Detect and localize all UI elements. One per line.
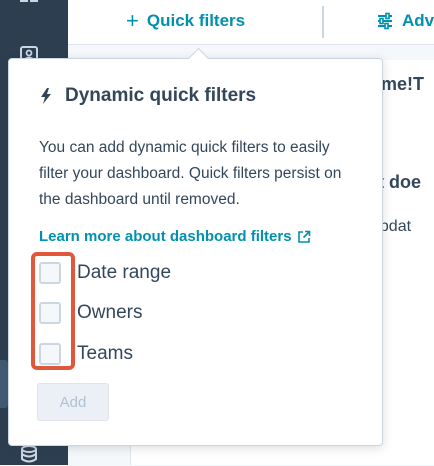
quick-filters-label: Quick filters xyxy=(146,11,246,30)
database-icon[interactable] xyxy=(18,444,40,466)
option-teams[interactable]: Teams xyxy=(39,340,133,368)
plus-icon: + xyxy=(126,8,139,33)
option-owners[interactable]: Owners xyxy=(39,299,142,327)
date-range-checkbox[interactable] xyxy=(39,262,61,284)
teams-label: Teams xyxy=(77,343,133,364)
quick-filters-button[interactable]: + Quick filters xyxy=(126,8,245,34)
sidebar-active-marker xyxy=(0,360,8,408)
date-range-label: Date range xyxy=(77,262,172,283)
advanced-filters-button[interactable]: Adv xyxy=(376,8,434,34)
dashboard-filter-bar: + Quick filters Adv xyxy=(68,0,434,45)
popover-header: Dynamic quick filters xyxy=(39,85,256,107)
teams-checkbox[interactable] xyxy=(39,343,61,365)
advanced-filters-label: Adv xyxy=(402,11,434,30)
lightning-icon xyxy=(41,88,51,104)
owners-label: Owners xyxy=(77,302,143,323)
grid-icon[interactable] xyxy=(18,0,40,14)
learn-more-label: Learn more about dashboard filters xyxy=(39,228,292,245)
dynamic-quick-filters-popover: Dynamic quick filters You can add dynami… xyxy=(8,58,383,446)
external-link-icon xyxy=(297,230,310,243)
popover-title: Dynamic quick filters xyxy=(65,85,257,106)
toolbar-divider xyxy=(322,6,324,38)
add-button[interactable]: Add xyxy=(37,383,109,421)
learn-more-link[interactable]: Learn more about dashboard filters xyxy=(39,228,311,245)
sliders-icon xyxy=(378,12,392,30)
owners-checkbox[interactable] xyxy=(39,302,61,324)
option-date-range[interactable]: Date range xyxy=(39,259,171,287)
popover-description: You can add dynamic quick filters to eas… xyxy=(39,139,342,208)
